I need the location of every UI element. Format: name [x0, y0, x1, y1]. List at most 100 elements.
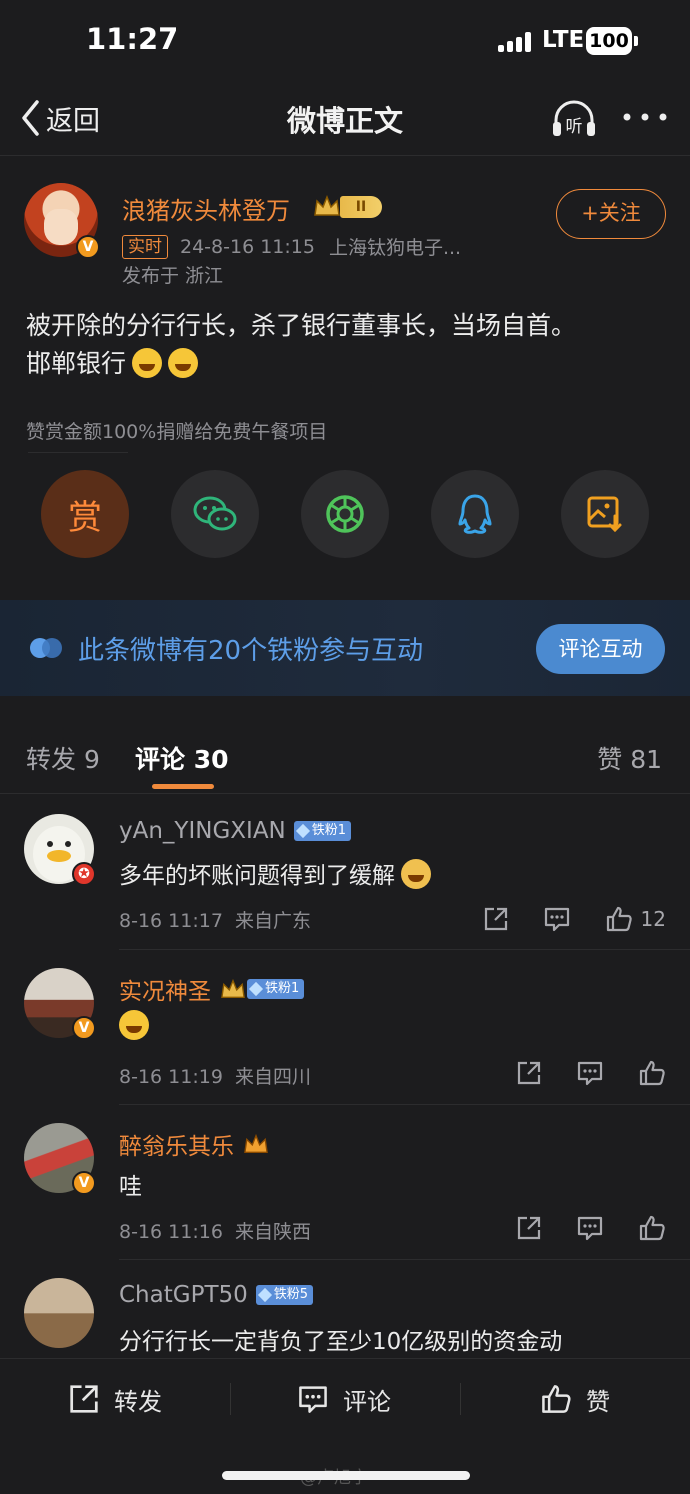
more-button[interactable]: [620, 102, 670, 132]
commenter-avatar[interactable]: [24, 1278, 94, 1348]
comment-meta: 8-16 11:19 来自四川: [119, 1066, 312, 1088]
tab-comment[interactable]: 评论 30: [135, 740, 229, 776]
author-name[interactable]: 浪猪灰头林登万: [122, 191, 290, 226]
comment-interact-button[interactable]: 评论互动: [536, 624, 665, 674]
post-datetime: 24-8-16 11:15: [180, 235, 315, 258]
active-tab-indicator: [152, 784, 214, 789]
fan-interaction-banner[interactable]: 此条微博有20个铁粉参与互动 评论互动: [0, 600, 690, 696]
share-qq-button[interactable]: [431, 470, 519, 558]
fan-badge: 铁粉1: [293, 821, 352, 841]
comment-reply-button[interactable]: [543, 906, 571, 932]
comment-share-button[interactable]: [516, 1060, 542, 1086]
tab-repost[interactable]: 转发 9: [26, 740, 100, 776]
comment-icon: [544, 907, 569, 932]
comment-reply-button[interactable]: [576, 1060, 604, 1086]
verified-badge: V: [72, 1171, 96, 1195]
realtime-tag: 实时: [122, 234, 168, 259]
post-location: 发布于 浙江: [122, 265, 224, 287]
comment-text: 多年的坏账问题得到了缓解: [119, 856, 431, 890]
comment-icon: [577, 1216, 603, 1241]
network-type: LTE: [542, 27, 585, 53]
comment-icon: [299, 1386, 327, 1413]
comment-text: 分行行长一定背负了至少10亿级别的资金动: [119, 1329, 563, 1355]
laugh-cry-emoji: [132, 348, 163, 378]
comment-button[interactable]: 评论: [297, 1381, 391, 1417]
comment-text: [119, 1010, 149, 1040]
thumbs-up-icon: [606, 906, 632, 932]
commenter-name[interactable]: ChatGPT50 铁粉5: [119, 1282, 314, 1308]
follow-button[interactable]: +关注: [556, 189, 666, 239]
home-indicator[interactable]: [222, 1471, 470, 1480]
listen-button[interactable]: 听: [550, 96, 598, 140]
comment-meta: 8-16 11:17 来自广东: [119, 910, 312, 932]
headphones-icon: 听: [553, 100, 595, 137]
share-row: 赏: [0, 470, 690, 560]
fan-badge: 铁粉1: [247, 979, 305, 999]
divider: [119, 949, 690, 950]
sob-emoji: [119, 1010, 149, 1040]
repost-button[interactable]: 转发: [68, 1381, 162, 1417]
share-moments-button[interactable]: [301, 470, 389, 558]
divider: [230, 1383, 231, 1415]
share-icon: [517, 1061, 541, 1085]
like-button[interactable]: 赞: [540, 1381, 610, 1417]
tab-bar: 转发 9 评论 30 赞 81: [0, 714, 690, 794]
divider: [119, 1104, 690, 1105]
like-label: 赞: [586, 1387, 610, 1416]
comment-like-button[interactable]: 12: [605, 905, 666, 933]
image-download-icon: [587, 496, 622, 533]
commenter-name[interactable]: 实况神圣 铁粉1: [119, 972, 305, 1006]
comment-like-button[interactable]: [638, 1059, 666, 1087]
crown-icon: [244, 1133, 268, 1153]
comment-actions: [482, 1058, 666, 1088]
comment-icon: [577, 1061, 603, 1086]
bottom-action-bar: 转发 评论 赞 @卢旭宁: [0, 1358, 690, 1494]
crown-icon: [314, 194, 340, 216]
comment-share-button[interactable]: [483, 906, 509, 932]
tab-like[interactable]: 赞 81: [597, 740, 662, 776]
share-icon: [70, 1385, 98, 1413]
battery-icon: 100: [586, 27, 632, 55]
thumbs-up-icon: [639, 1215, 665, 1241]
level-badge: II: [340, 196, 382, 218]
comment-like-button[interactable]: [638, 1214, 666, 1242]
member-badge: ✪: [72, 862, 96, 886]
divider: [460, 1383, 461, 1415]
post-meta: 实时 24-8-16 11:15 上海钛狗电子...: [122, 233, 461, 260]
comment-meta: 8-16 11:16 来自陕西: [119, 1221, 312, 1243]
comment-share-button[interactable]: [516, 1215, 542, 1241]
comment-actions: [482, 1213, 666, 1243]
save-image-button[interactable]: [561, 470, 649, 558]
crown-icon: [221, 978, 245, 998]
nav-bar: 返回 微博正文 听: [0, 84, 690, 156]
status-time: 11:27: [86, 22, 179, 56]
status-bar: 11:27 LTE 100: [0, 0, 690, 84]
share-icon: [517, 1216, 541, 1240]
comment-like-count: 12: [640, 907, 666, 931]
moments-icon: [326, 495, 364, 533]
listen-label: 听: [566, 117, 583, 137]
comment-text: 哇: [119, 1174, 142, 1200]
comment-label: 评论: [343, 1387, 391, 1416]
commenter-name[interactable]: yAn_YINGXIAN 铁粉1: [119, 818, 352, 844]
verified-badge: V: [76, 235, 100, 259]
reward-button[interactable]: 赏: [41, 470, 129, 558]
doge-emoji: [401, 859, 431, 889]
fan-icon: [30, 638, 62, 658]
sob-emoji: [168, 348, 199, 378]
banner-text: 此条微博有20个铁粉参与互动: [78, 636, 424, 666]
verified-badge: V: [72, 1016, 96, 1040]
share-wechat-button[interactable]: [171, 470, 259, 558]
comment-reply-button[interactable]: [576, 1215, 604, 1241]
fan-badge: 铁粉5: [255, 1285, 314, 1305]
signal-icon: [498, 32, 532, 52]
more-icon: [623, 113, 667, 121]
commenter-name[interactable]: 醉翁乐其乐: [119, 1127, 270, 1161]
thumbs-up-icon: [639, 1060, 665, 1086]
divider: [28, 452, 128, 453]
reward-note: 赞赏金额100%捐赠给免费午餐项目: [26, 421, 328, 443]
thumbs-up-icon: [542, 1385, 571, 1413]
post-text-line1: 被开除的分行行长，杀了银行董事长，当场自首。: [26, 311, 577, 340]
wechat-icon: [193, 496, 237, 531]
post-text: 被开除的分行行长，杀了银行董事长，当场自首。 邯郸银行: [26, 307, 666, 383]
